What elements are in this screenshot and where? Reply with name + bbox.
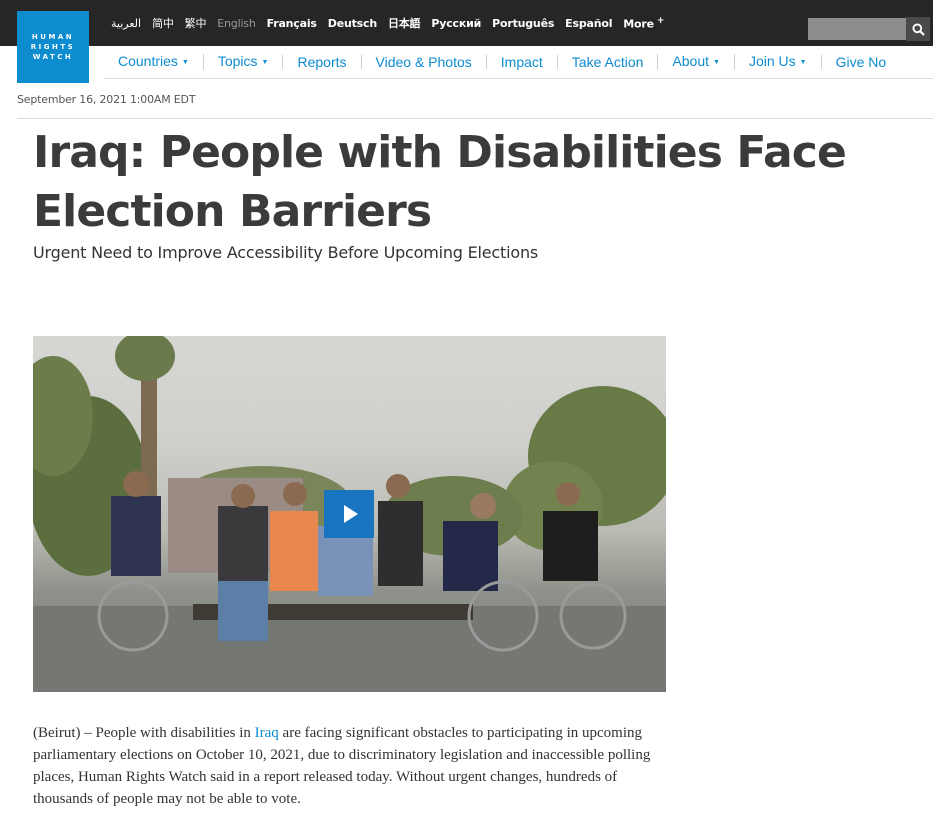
language-label: English <box>217 16 256 30</box>
nav-item-label: Reports <box>297 54 347 70</box>
more-plus-icon: + <box>656 15 665 26</box>
nav-item-label: Impact <box>500 54 543 70</box>
nav-item-countries[interactable]: Countries ▼ <box>104 54 203 70</box>
nav-item-give-no[interactable]: Give No <box>820 54 901 70</box>
language-label: Português <box>492 16 555 30</box>
article-lead-paragraph: (Beirut) – People with disabilities in I… <box>33 722 673 810</box>
nav-item-impact[interactable]: Impact <box>485 54 557 70</box>
language-label: Français <box>266 16 317 30</box>
divider <box>17 118 933 119</box>
article-title: Iraq: People with Disabilities Face Elec… <box>33 127 847 237</box>
nav-item-take-action[interactable]: Take Action <box>556 54 658 70</box>
article-subtitle: Urgent Need to Improve Accessibility Bef… <box>33 243 539 262</box>
nav-item-topics[interactable]: Topics ▼ <box>202 53 283 70</box>
nav-item-label: Video & Photos <box>375 54 472 70</box>
language-link[interactable]: 繁中 <box>185 15 207 31</box>
language-link[interactable]: Français <box>267 17 317 30</box>
hrw-logo[interactable]: HUMAN RIGHTS WATCH <box>17 11 89 83</box>
language-link[interactable]: More + <box>623 16 664 31</box>
language-link[interactable]: Português <box>492 17 554 30</box>
top-bar: العربية 简中 繁中 English Français Deutsch 日本語 Русс… <box>0 0 933 46</box>
search-icon <box>911 22 925 36</box>
nav-item-label: Countries <box>118 53 178 69</box>
language-label: 日本語 <box>387 17 421 30</box>
language-link[interactable]: Русский <box>431 17 481 30</box>
play-button[interactable] <box>324 490 374 538</box>
language-link[interactable]: العربية <box>111 17 141 30</box>
language-link[interactable]: 简中 <box>152 15 174 31</box>
chevron-down-icon: ▼ <box>261 59 269 66</box>
play-icon <box>344 505 358 523</box>
nav-item-video-photos[interactable]: Video & Photos <box>360 54 486 70</box>
nav-item-label: About <box>672 53 709 69</box>
language-label: Русский <box>431 16 482 30</box>
nav-item-label: Take Action <box>571 54 644 70</box>
body-text-start: (Beirut) – People with disabilities in <box>33 725 255 741</box>
nav-item-label: Join Us <box>748 53 796 69</box>
language-label: Español <box>565 16 613 30</box>
logo-line: RIGHTS <box>30 43 76 51</box>
language-link[interactable]: English <box>217 16 256 30</box>
article-date: September 16, 2021 1:00AM EDT <box>17 93 196 106</box>
language-label: 繁中 <box>184 17 207 30</box>
language-label: 简中 <box>152 17 174 30</box>
search-input[interactable] <box>808 18 906 40</box>
logo-line: WATCH <box>32 53 74 61</box>
nav-item-join-us[interactable]: Join Us ▼ <box>733 53 821 70</box>
nav-item-label: Give No <box>835 54 887 70</box>
chevron-down-icon: ▼ <box>181 59 189 66</box>
iraq-link[interactable]: Iraq <box>255 725 279 741</box>
main-nav: Countries ▼ Topics ▼ Reports Video & Photos Im… <box>104 46 933 79</box>
language-link[interactable]: 日本語 <box>387 15 421 31</box>
search-button[interactable] <box>906 17 930 41</box>
language-label: العربية <box>111 16 142 30</box>
language-label: Deutsch <box>327 16 377 30</box>
language-link[interactable]: Español <box>565 17 612 30</box>
logo-line: HUMAN <box>31 33 75 41</box>
language-list: العربية 简中 繁中 English Français Deutsch 日本語 Русс… <box>111 0 675 46</box>
chevron-down-icon: ▼ <box>799 59 807 66</box>
nav-item-about[interactable]: About ▼ <box>657 54 734 70</box>
nav-item-reports[interactable]: Reports <box>282 55 360 69</box>
chevron-down-icon: ▼ <box>713 59 720 66</box>
nav-item-label: Topics <box>217 53 258 69</box>
language-label: More <box>623 17 654 31</box>
language-link[interactable]: Deutsch <box>328 17 377 30</box>
